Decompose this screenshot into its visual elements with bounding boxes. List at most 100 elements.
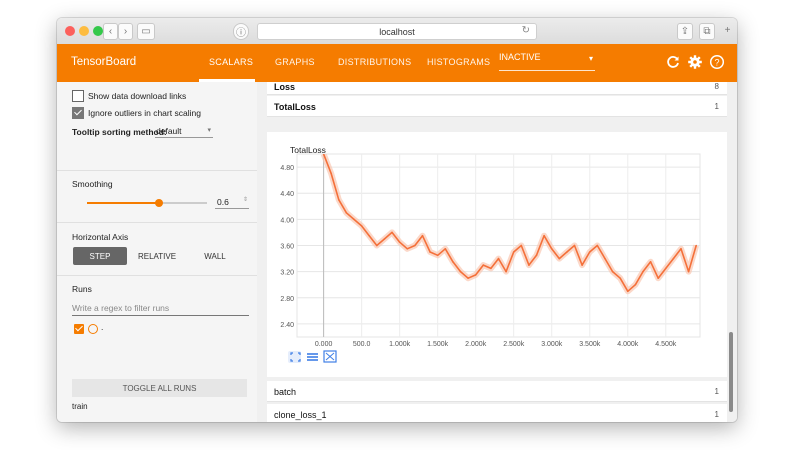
clone-loss-card-title: clone_loss_1 bbox=[274, 410, 327, 420]
smoothing-slider[interactable] bbox=[87, 199, 207, 207]
clone-loss-card-header[interactable]: clone_loss_1 1 bbox=[267, 404, 727, 422]
horizontal-axis-label: Horizontal Axis bbox=[72, 232, 129, 242]
new-tab-icon[interactable]: + bbox=[721, 23, 734, 38]
batch-card-title: batch bbox=[274, 387, 297, 397]
tooltip-sorting-value: default bbox=[156, 126, 182, 136]
data-point bbox=[421, 234, 424, 237]
runs-filter-placeholder: Write a regex to filter runs bbox=[72, 303, 170, 313]
zoom-window-button[interactable] bbox=[93, 26, 103, 36]
data-point bbox=[566, 251, 568, 253]
data-point bbox=[444, 247, 447, 250]
x-tick-label: 4.500k bbox=[655, 341, 677, 348]
address-text: localhost bbox=[379, 26, 415, 37]
chevron-down-icon: ▾ bbox=[588, 54, 593, 63]
x-tick-label: 1.000k bbox=[389, 341, 411, 348]
main-panel: Loss 8 TotalLoss 1 TotalLoss 2.40 2.80 3.2… bbox=[257, 82, 737, 422]
divider bbox=[57, 222, 257, 223]
data-point bbox=[634, 283, 637, 286]
address-bar[interactable]: localhost ↻ bbox=[257, 23, 537, 40]
smoothing-value: 0.6 bbox=[217, 197, 229, 207]
info-icon[interactable]: ⓘ bbox=[233, 23, 249, 40]
runs-filter-input[interactable]: Write a regex to filter runs bbox=[72, 300, 249, 316]
close-window-button[interactable] bbox=[65, 26, 75, 36]
app-header: TensorBoard SCALARS GRAPHS DISTRIBUTIONS… bbox=[57, 44, 737, 82]
clone-loss-card-count: 1 bbox=[714, 410, 719, 419]
axis-relative-button[interactable]: RELATIVE bbox=[129, 247, 185, 265]
axis-wall-button[interactable]: WALL bbox=[187, 247, 243, 265]
tooltip-sorting-label: Tooltip sorting method: bbox=[72, 127, 167, 137]
stepper-icon[interactable]: ⇕ bbox=[243, 196, 248, 203]
data-point bbox=[649, 261, 652, 263]
data-point bbox=[436, 254, 439, 257]
data-point bbox=[664, 267, 667, 270]
share-icon[interactable]: ⇪ bbox=[677, 23, 693, 40]
reload-icon[interactable]: ↻ bbox=[522, 25, 530, 36]
loss-card-header[interactable]: Loss 8 bbox=[267, 82, 727, 95]
gear-icon[interactable] bbox=[687, 54, 703, 70]
app-brand: TensorBoard bbox=[71, 56, 137, 68]
toggle-all-runs-button[interactable]: TOGGLE ALL RUNS bbox=[72, 379, 247, 397]
tooltip-sorting-select[interactable]: default ▾ bbox=[155, 123, 213, 138]
loss-card-count: 8 bbox=[714, 82, 719, 91]
divider bbox=[57, 170, 257, 171]
data-point bbox=[543, 234, 545, 237]
tab-histograms[interactable]: HISTOGRAMS bbox=[427, 57, 490, 67]
ignore-outliers-label: Ignore outliers in chart scaling bbox=[88, 108, 201, 118]
totalloss-chart[interactable]: TotalLoss 2.402.803.203.604.004.404.800.… bbox=[267, 132, 727, 377]
data-point bbox=[695, 244, 697, 247]
data-point bbox=[338, 198, 340, 201]
forward-button[interactable]: › bbox=[118, 23, 133, 40]
help-icon[interactable]: ? bbox=[709, 54, 725, 70]
data-point bbox=[672, 257, 675, 260]
refresh-icon[interactable] bbox=[665, 54, 681, 70]
totalloss-card-title: TotalLoss bbox=[274, 102, 316, 112]
run-checkbox[interactable] bbox=[74, 324, 84, 334]
data-point bbox=[581, 264, 583, 266]
data-point bbox=[345, 212, 348, 214]
x-tick-label: 2.000k bbox=[465, 341, 487, 348]
data-point bbox=[360, 225, 363, 227]
data-point bbox=[474, 274, 477, 276]
ignore-outliers-checkbox[interactable] bbox=[72, 107, 84, 119]
x-tick-label: 4.000k bbox=[617, 341, 639, 348]
data-point bbox=[558, 257, 561, 260]
axis-step-button[interactable]: STEP bbox=[73, 247, 127, 265]
tab-scalars[interactable]: SCALARS bbox=[209, 57, 253, 67]
sidebar-footer-text: train bbox=[72, 402, 88, 411]
runs-label: Runs bbox=[72, 284, 92, 294]
sidebar-toggle-icon[interactable]: ▭ bbox=[137, 23, 155, 40]
data-point bbox=[414, 244, 416, 247]
smoothing-slider-thumb[interactable] bbox=[155, 199, 163, 207]
data-point bbox=[687, 270, 690, 273]
data-point bbox=[490, 267, 492, 270]
expand-chart-icon[interactable] bbox=[323, 350, 337, 363]
axis-relative-label: RELATIVE bbox=[137, 251, 177, 261]
browser-toolbar: ‹ › ▭ ⓘ localhost ↻ ⇪ ⧉ + bbox=[57, 18, 737, 45]
y-log-scale-icon[interactable] bbox=[307, 353, 318, 361]
run-name: . bbox=[101, 322, 104, 332]
back-button[interactable]: ‹ bbox=[103, 23, 118, 40]
minimize-window-button[interactable] bbox=[79, 26, 89, 36]
inactive-dashboards-dropdown[interactable]: INACTIVE ▾ bbox=[499, 52, 595, 71]
tab-graphs[interactable]: GRAPHS bbox=[275, 57, 315, 67]
data-point bbox=[505, 270, 507, 273]
tabs-icon[interactable]: ⧉ bbox=[699, 23, 715, 40]
totalloss-card-header[interactable]: TotalLoss 1 bbox=[267, 96, 727, 117]
batch-card-count: 1 bbox=[714, 387, 719, 396]
x-tick-label: 3.000k bbox=[541, 341, 563, 348]
fit-domain-icon[interactable] bbox=[288, 351, 301, 363]
sidebar: Show data download links Ignore outliers… bbox=[57, 82, 258, 422]
batch-card-header[interactable]: batch 1 bbox=[267, 381, 727, 402]
show-download-links-checkbox[interactable] bbox=[72, 90, 84, 102]
data-point bbox=[596, 244, 599, 247]
vertical-scrollbar[interactable] bbox=[729, 332, 733, 412]
axis-wall-label: WALL bbox=[204, 251, 226, 261]
y-tick-label: 4.40 bbox=[280, 191, 294, 198]
y-tick-label: 2.80 bbox=[280, 296, 294, 303]
smoothing-label: Smoothing bbox=[72, 179, 113, 189]
tab-distributions[interactable]: DISTRIBUTIONS bbox=[338, 57, 411, 67]
y-tick-label: 3.20 bbox=[280, 270, 294, 277]
y-tick-label: 2.40 bbox=[280, 322, 294, 329]
smoothing-value-input[interactable]: 0.6 ⇕ bbox=[215, 194, 249, 209]
x-tick-label: 1.500k bbox=[427, 341, 449, 348]
